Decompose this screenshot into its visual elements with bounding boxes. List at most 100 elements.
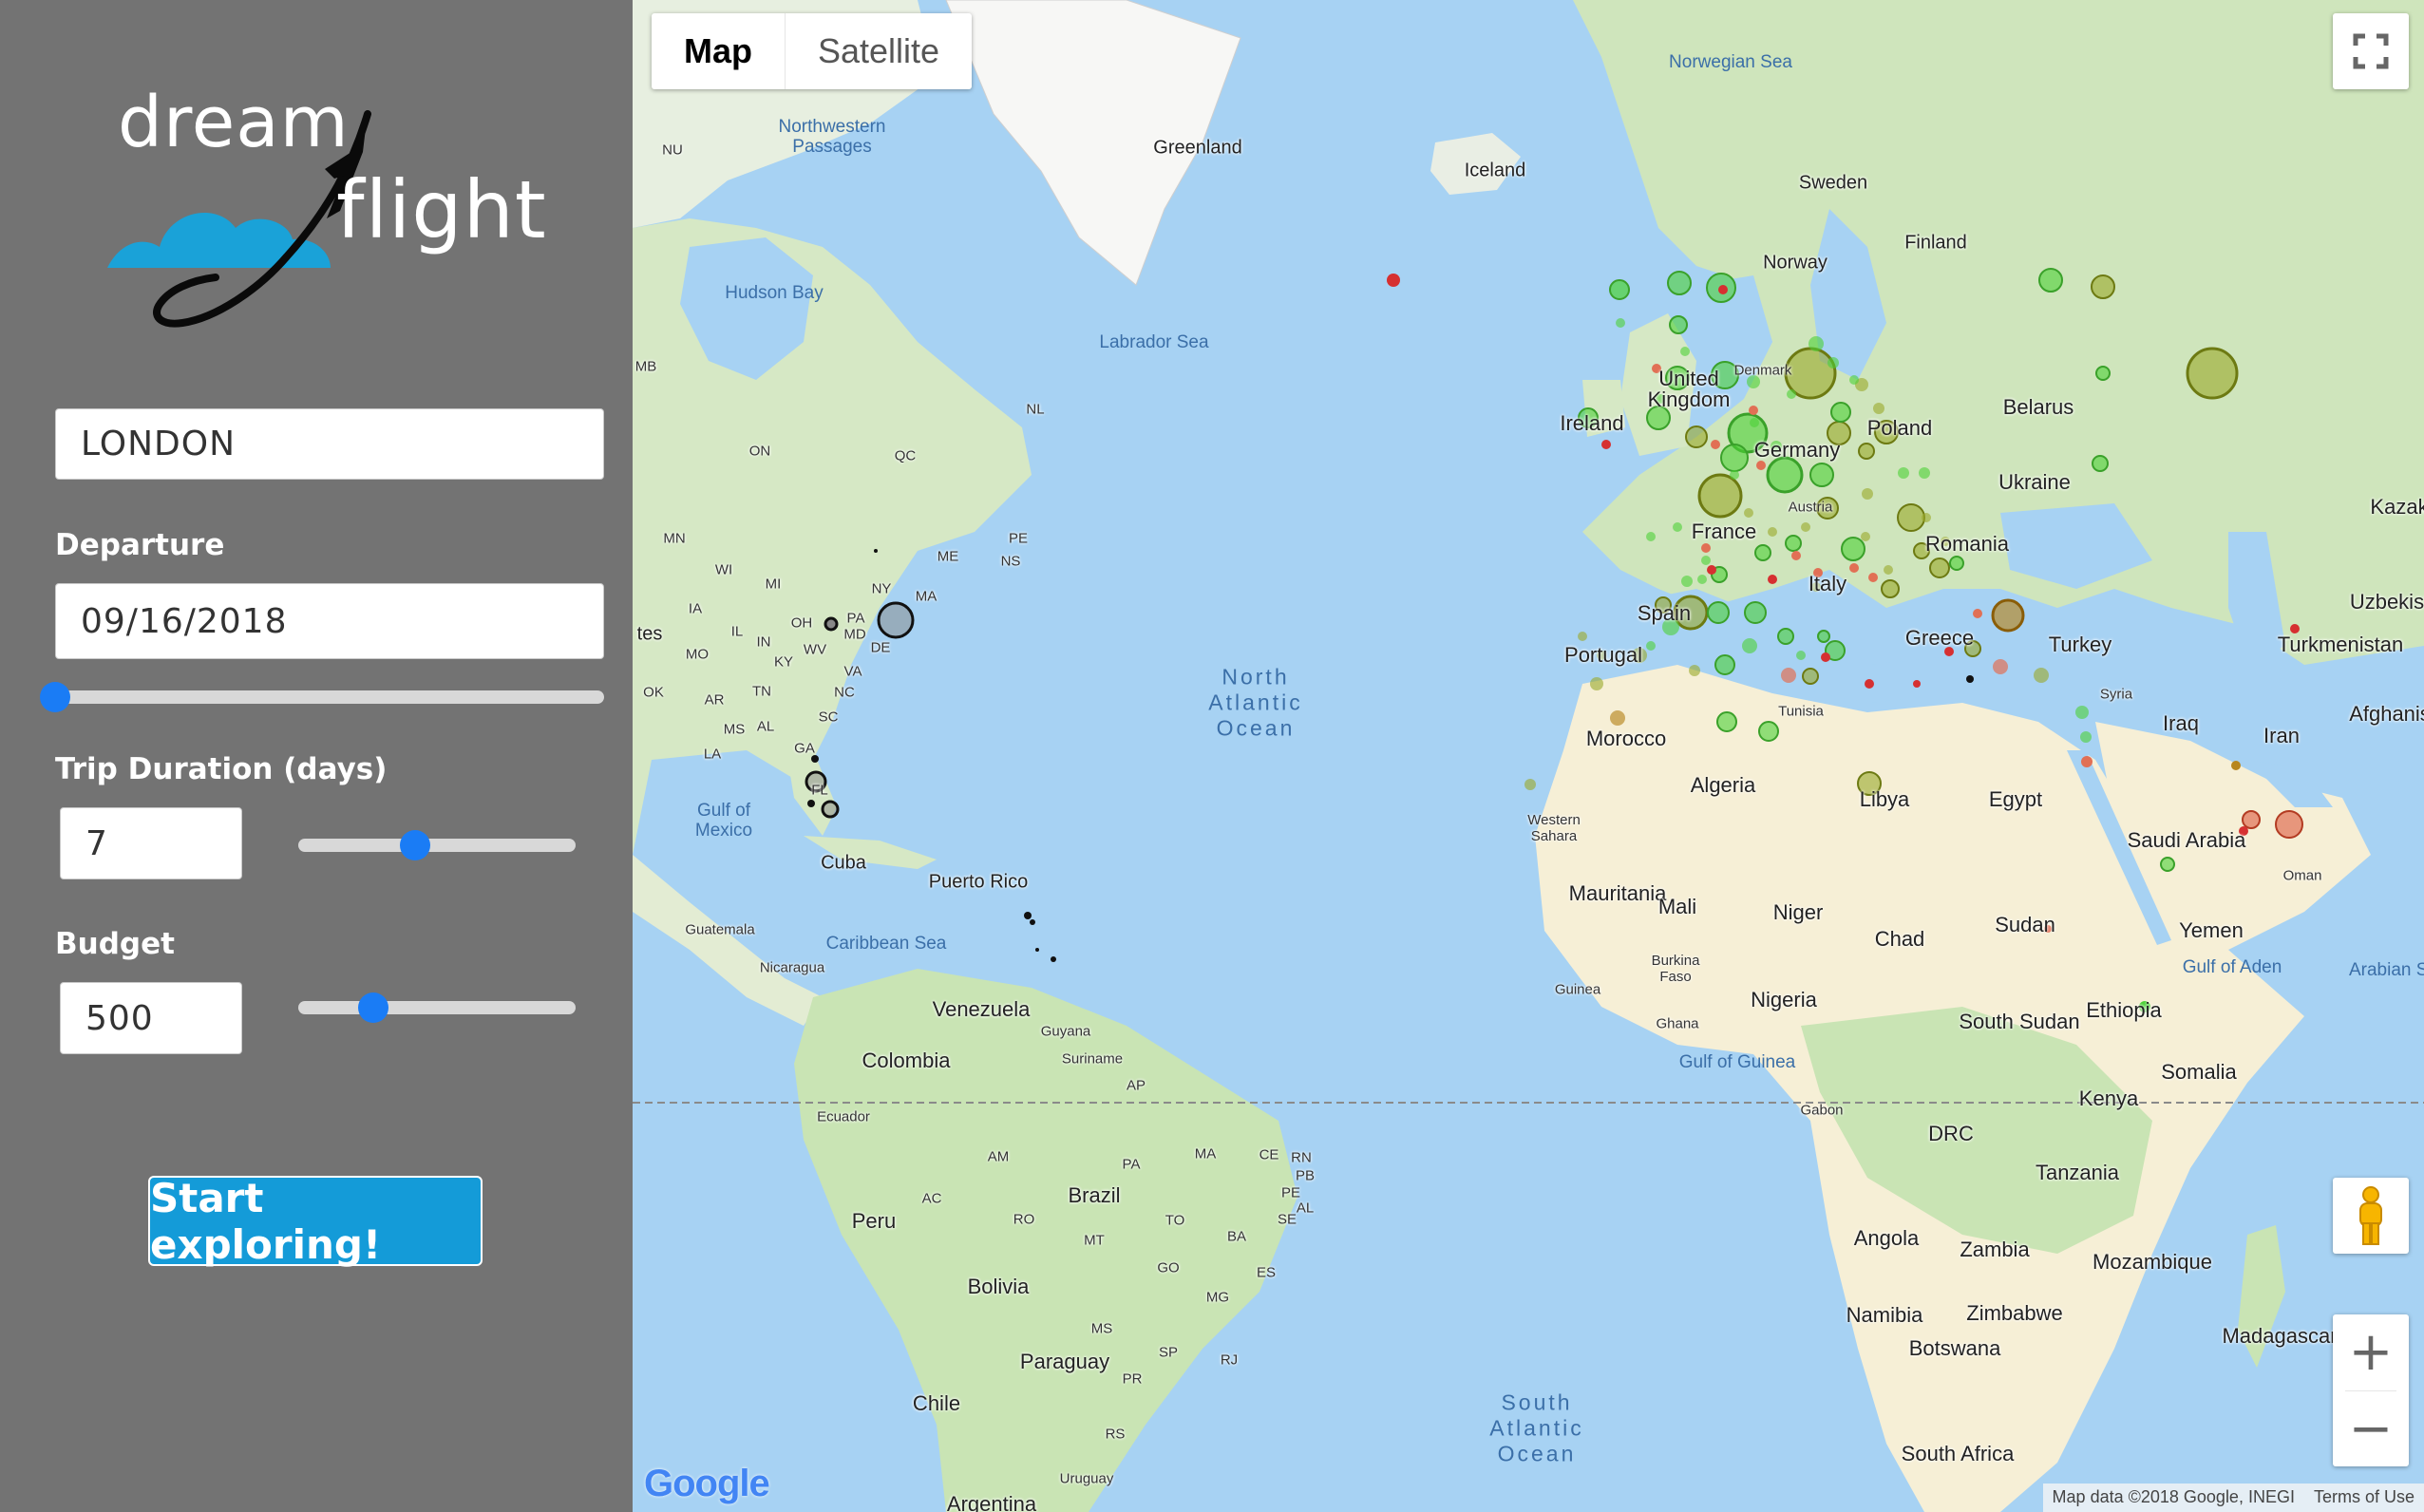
destination-marker[interactable] bbox=[1051, 956, 1056, 962]
destination-marker[interactable] bbox=[1750, 418, 1759, 427]
world-map[interactable]: Greenland Iceland Norwegian Sea Sweden F… bbox=[633, 0, 2424, 1512]
destination-marker[interactable] bbox=[1861, 532, 1870, 541]
destination-marker[interactable] bbox=[877, 601, 915, 639]
destination-marker[interactable] bbox=[824, 616, 839, 632]
destination-marker[interactable] bbox=[1742, 638, 1757, 653]
destination-marker[interactable] bbox=[1387, 274, 1400, 287]
destination-marker[interactable] bbox=[1030, 919, 1035, 925]
destination-marker[interactable] bbox=[1849, 375, 1859, 385]
destination-marker[interactable] bbox=[1616, 318, 1625, 328]
destination-marker[interactable] bbox=[1524, 779, 1536, 790]
map-type-map-button[interactable]: Map bbox=[652, 13, 786, 89]
destination-marker[interactable] bbox=[1689, 665, 1700, 676]
departure-slider-thumb[interactable] bbox=[40, 682, 70, 712]
destination-marker[interactable] bbox=[1758, 721, 1779, 742]
destination-marker[interactable] bbox=[1720, 444, 1749, 472]
destination-marker[interactable] bbox=[807, 800, 815, 807]
destination-marker[interactable] bbox=[1791, 551, 1801, 560]
destination-marker[interactable] bbox=[1841, 537, 1865, 561]
destination-marker[interactable] bbox=[1922, 513, 1931, 522]
destination-marker[interactable] bbox=[1716, 711, 1737, 732]
destination-marker[interactable] bbox=[1578, 632, 1587, 641]
street-view-pegman-button[interactable] bbox=[2333, 1178, 2409, 1254]
destination-marker[interactable] bbox=[1809, 463, 1834, 487]
destination-marker[interactable] bbox=[1827, 357, 1839, 369]
destination-marker[interactable] bbox=[1787, 389, 1796, 399]
destination-marker[interactable] bbox=[1898, 467, 1909, 479]
destination-marker[interactable] bbox=[1609, 279, 1630, 300]
destination-marker[interactable] bbox=[1697, 473, 1743, 519]
destination-marker[interactable] bbox=[1781, 668, 1796, 683]
destination-marker[interactable] bbox=[2080, 731, 2092, 743]
destination-marker[interactable] bbox=[2186, 347, 2239, 400]
destination-marker[interactable] bbox=[2092, 455, 2109, 472]
destination-marker[interactable] bbox=[1766, 456, 1804, 494]
destination-marker[interactable] bbox=[1714, 654, 1735, 675]
destination-marker[interactable] bbox=[1881, 579, 1900, 598]
destination-marker[interactable] bbox=[1858, 443, 1875, 460]
destination-marker[interactable] bbox=[1991, 598, 2025, 633]
map-type-satellite-button[interactable]: Satellite bbox=[786, 13, 972, 89]
destination-marker[interactable] bbox=[1744, 601, 1767, 624]
destination-marker[interactable] bbox=[1669, 315, 1688, 334]
destination-marker[interactable] bbox=[1701, 543, 1711, 553]
destination-marker[interactable] bbox=[1862, 488, 1873, 500]
departure-slider[interactable] bbox=[40, 682, 604, 712]
destination-marker[interactable] bbox=[1897, 503, 1925, 532]
destination-marker[interactable] bbox=[1865, 679, 1874, 689]
destination-marker[interactable] bbox=[1590, 677, 1603, 690]
destination-marker[interactable] bbox=[1884, 565, 1893, 575]
destination-marker[interactable] bbox=[2038, 268, 2063, 293]
marker-cluster-americas[interactable] bbox=[805, 549, 1056, 962]
trip-duration-slider[interactable] bbox=[298, 830, 576, 860]
destination-marker[interactable] bbox=[1646, 641, 1656, 651]
destination-marker[interactable] bbox=[2160, 857, 2175, 872]
destination-marker[interactable] bbox=[1680, 347, 1690, 356]
destination-marker[interactable] bbox=[1749, 406, 1758, 415]
destination-markers[interactable] bbox=[633, 0, 2424, 1512]
destination-marker[interactable] bbox=[1809, 336, 1824, 351]
departure-date-input[interactable]: 09/16/2018 bbox=[55, 583, 604, 659]
destination-marker[interactable] bbox=[1993, 659, 2008, 674]
destination-marker[interactable] bbox=[1685, 425, 1708, 448]
destination-input[interactable]: LONDON bbox=[55, 408, 604, 480]
destination-marker[interactable] bbox=[1673, 522, 1682, 532]
destination-marker[interactable] bbox=[1919, 467, 1930, 479]
destination-marker[interactable] bbox=[1024, 912, 1032, 919]
destination-marker[interactable] bbox=[1601, 440, 1611, 449]
trip-duration-slider-thumb[interactable] bbox=[399, 830, 430, 860]
destination-marker[interactable] bbox=[1966, 675, 1974, 683]
trip-duration-input[interactable]: 7 bbox=[60, 807, 242, 879]
destination-marker[interactable] bbox=[2242, 810, 2261, 829]
zoom-out-button[interactable]: − bbox=[2333, 1391, 2409, 1467]
destination-marker[interactable] bbox=[1777, 628, 1794, 645]
destination-marker[interactable] bbox=[1701, 556, 1711, 565]
start-exploring-button[interactable]: Start exploring! bbox=[148, 1175, 483, 1268]
destination-marker[interactable] bbox=[1718, 285, 1728, 294]
destination-marker[interactable] bbox=[874, 549, 878, 553]
destination-marker[interactable] bbox=[1821, 652, 1830, 662]
destination-marker[interactable] bbox=[2081, 756, 2093, 767]
destination-marker[interactable] bbox=[1801, 522, 1810, 532]
terms-of-use-link[interactable]: Terms of Use bbox=[2304, 1484, 2424, 1512]
budget-slider-thumb[interactable] bbox=[357, 992, 388, 1023]
destination-marker[interactable] bbox=[1768, 527, 1777, 537]
destination-marker[interactable] bbox=[2231, 761, 2241, 770]
destination-marker[interactable] bbox=[1929, 558, 1950, 578]
destination-marker[interactable] bbox=[1646, 532, 1656, 541]
destination-marker[interactable] bbox=[1697, 575, 1707, 584]
destination-marker[interactable] bbox=[821, 800, 840, 819]
destination-marker[interactable] bbox=[1610, 710, 1625, 726]
destination-marker[interactable] bbox=[1949, 556, 1964, 571]
destination-marker[interactable] bbox=[2034, 668, 2049, 683]
destination-marker[interactable] bbox=[1707, 565, 1716, 575]
destination-marker[interactable] bbox=[1802, 668, 1819, 685]
destination-marker[interactable] bbox=[1796, 651, 1806, 660]
destination-marker[interactable] bbox=[2075, 706, 2089, 719]
destination-marker[interactable] bbox=[1817, 630, 1830, 643]
destination-marker[interactable] bbox=[2091, 274, 2115, 299]
destination-marker[interactable] bbox=[1744, 508, 1753, 518]
destination-marker[interactable] bbox=[1754, 544, 1771, 561]
destination-marker[interactable] bbox=[1730, 470, 1739, 480]
destination-marker[interactable] bbox=[2275, 810, 2303, 839]
